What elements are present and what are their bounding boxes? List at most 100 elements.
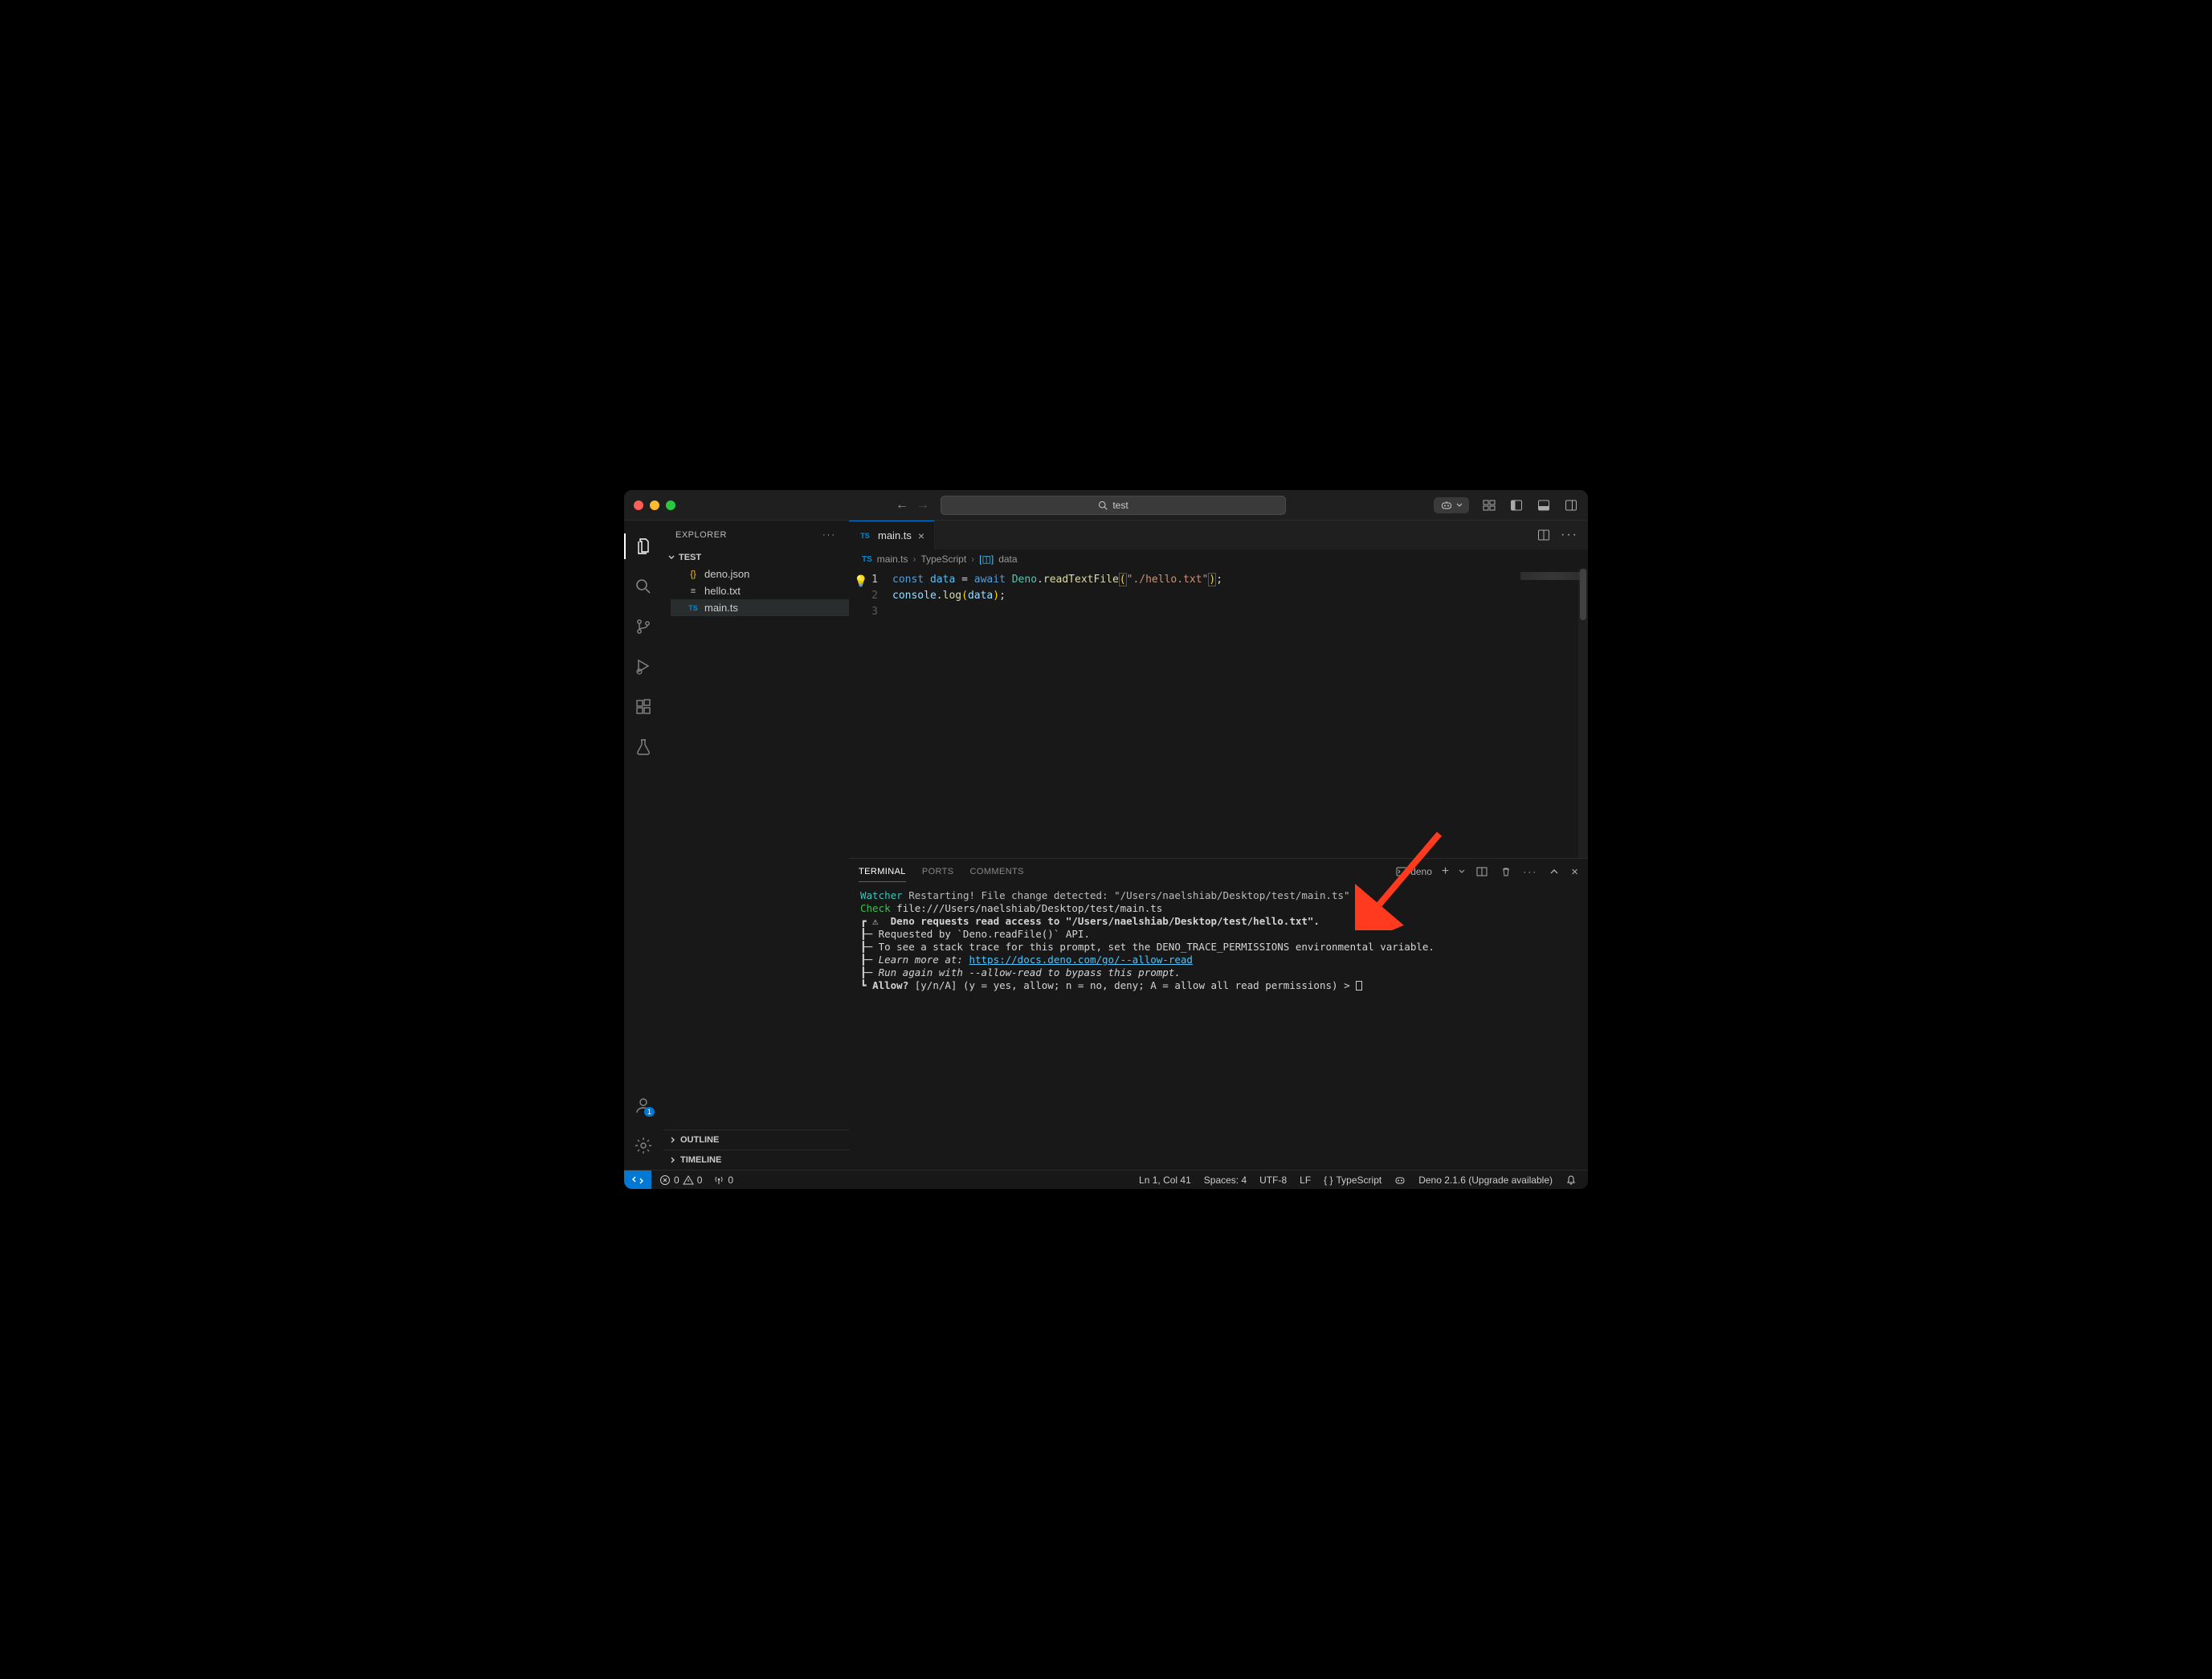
line-numbers: 1 2 3	[849, 569, 892, 858]
braces-icon: { }	[1324, 1174, 1333, 1186]
code-editor[interactable]: 💡 1 2 3 const data = await Deno.readText…	[849, 569, 1588, 858]
sidebar-more-button[interactable]: ···	[822, 530, 836, 540]
split-terminal-button[interactable]	[1475, 864, 1489, 879]
text-file-icon: ≡	[687, 586, 700, 596]
folder-header[interactable]: TEST	[663, 549, 849, 566]
remote-icon	[632, 1174, 643, 1186]
timeline-section[interactable]: TIMELINE	[663, 1150, 849, 1170]
lightbulb-icon[interactable]: 💡	[854, 574, 867, 590]
copilot-button[interactable]	[1434, 497, 1469, 513]
tab-main-ts[interactable]: TS main.ts ×	[849, 521, 935, 549]
file-item-main-ts[interactable]: TS main.ts	[671, 599, 849, 616]
new-terminal-button[interactable]: +	[1442, 864, 1449, 879]
minimap[interactable]	[1520, 572, 1585, 580]
panel-tab-ports[interactable]: PORTS	[922, 862, 954, 881]
chevron-right-icon: ›	[971, 554, 974, 565]
status-bar: 0 0 0 Ln 1, Col 41 Spaces: 4 UTF-8 LF { …	[624, 1170, 1588, 1189]
status-copilot[interactable]	[1394, 1174, 1406, 1186]
beaker-icon	[634, 737, 653, 757]
close-window-button[interactable]	[634, 500, 643, 510]
terminal-output[interactable]: Watcher Restarting! File change detected…	[849, 884, 1588, 1170]
chevron-down-icon	[667, 554, 675, 562]
accounts-badge: 1	[644, 1107, 655, 1117]
terminal-shell-icon	[1396, 866, 1407, 877]
toggle-secondary-sidebar-button[interactable]	[1564, 498, 1578, 513]
activity-settings[interactable]	[624, 1128, 663, 1163]
kill-terminal-button[interactable]	[1499, 864, 1513, 879]
nav-forward-button[interactable]: →	[915, 498, 931, 513]
terminal-cursor	[1356, 981, 1362, 991]
layout-customize-button[interactable]	[1482, 498, 1496, 513]
panel-close-button[interactable]: ×	[1571, 865, 1578, 879]
search-icon	[634, 577, 653, 596]
nav-back-button[interactable]: ←	[894, 498, 910, 513]
chevron-down-icon[interactable]	[1459, 868, 1465, 875]
play-bug-icon	[634, 657, 653, 676]
panel-more-button[interactable]: ···	[1523, 866, 1537, 877]
status-eol[interactable]: LF	[1300, 1174, 1311, 1186]
chevron-down-icon	[1456, 502, 1463, 509]
file-label: main.ts	[704, 602, 738, 614]
terminal-profile-selector[interactable]: deno	[1396, 866, 1432, 877]
activity-accounts[interactable]: 1	[624, 1088, 663, 1123]
tab-bar: TS main.ts × ···	[849, 521, 1588, 549]
panel-tab-terminal[interactable]: TERMINAL	[859, 862, 906, 882]
remote-button[interactable]	[624, 1170, 651, 1189]
activity-bar: 1	[624, 521, 663, 1170]
typescript-icon: TS	[687, 604, 700, 612]
vertical-scrollbar[interactable]	[1578, 569, 1588, 858]
breadcrumb[interactable]: TS main.ts › TypeScript › [◫] data	[849, 549, 1588, 569]
bell-icon	[1565, 1174, 1577, 1186]
tab-more-button[interactable]: ···	[1561, 528, 1578, 542]
json-icon: {}	[687, 570, 700, 579]
outline-section[interactable]: OUTLINE	[663, 1130, 849, 1150]
status-encoding[interactable]: UTF-8	[1259, 1174, 1287, 1186]
status-deno[interactable]: Deno 2.1.6 (Upgrade available)	[1418, 1174, 1553, 1186]
branch-icon	[634, 617, 653, 636]
breadcrumb-symbol: data	[998, 554, 1017, 565]
status-cursor[interactable]: Ln 1, Col 41	[1139, 1174, 1191, 1186]
command-center-search[interactable]: test	[941, 496, 1286, 515]
typescript-icon: TS	[859, 532, 871, 540]
activity-explorer[interactable]	[624, 529, 663, 564]
extensions-icon	[634, 697, 653, 717]
explorer-sidebar: EXPLORER ··· TEST {} deno.json ≡ hello.t…	[663, 521, 849, 1170]
panel-maximize-button[interactable]	[1547, 864, 1561, 879]
file-item-hello-txt[interactable]: ≡ hello.txt	[671, 582, 849, 599]
radio-tower-icon	[713, 1174, 724, 1186]
status-indent[interactable]: Spaces: 4	[1204, 1174, 1247, 1186]
files-icon	[634, 537, 653, 556]
breadcrumb-lang: TypeScript	[920, 554, 966, 565]
window-controls	[634, 500, 675, 510]
activity-search[interactable]	[624, 569, 663, 604]
chevron-right-icon	[669, 1156, 677, 1164]
status-problems[interactable]: 0 0	[659, 1174, 702, 1186]
breadcrumb-file: main.ts	[877, 554, 908, 565]
file-item-deno-json[interactable]: {} deno.json	[671, 566, 849, 582]
file-label: deno.json	[704, 568, 749, 580]
status-ports[interactable]: 0	[713, 1174, 733, 1186]
warning-icon	[683, 1174, 694, 1186]
activity-extensions[interactable]	[624, 689, 663, 725]
editor-group: TS main.ts × ··· TS main.ts › TypeScript…	[849, 521, 1588, 1170]
copilot-icon	[1394, 1174, 1406, 1186]
outline-label: OUTLINE	[680, 1135, 719, 1145]
sidebar-title: EXPLORER	[675, 530, 727, 540]
toggle-panel-button[interactable]	[1537, 498, 1551, 513]
tab-close-button[interactable]: ×	[918, 529, 924, 542]
bottom-panel: TERMINAL PORTS COMMENTS deno + ···	[849, 858, 1588, 1170]
activity-source-control[interactable]	[624, 609, 663, 644]
maximize-window-button[interactable]	[666, 500, 675, 510]
typescript-icon: TS	[862, 555, 872, 564]
toggle-primary-sidebar-button[interactable]	[1509, 498, 1524, 513]
activity-testing[interactable]	[624, 729, 663, 765]
minimize-window-button[interactable]	[650, 500, 659, 510]
gear-icon	[634, 1136, 653, 1155]
split-editor-button[interactable]	[1537, 528, 1551, 542]
status-language[interactable]: { } TypeScript	[1324, 1174, 1381, 1186]
panel-tab-comments[interactable]: COMMENTS	[970, 862, 1024, 881]
status-notifications[interactable]	[1565, 1174, 1577, 1186]
chevron-right-icon: ›	[912, 554, 916, 565]
activity-run-debug[interactable]	[624, 649, 663, 684]
folder-name: TEST	[679, 553, 701, 562]
